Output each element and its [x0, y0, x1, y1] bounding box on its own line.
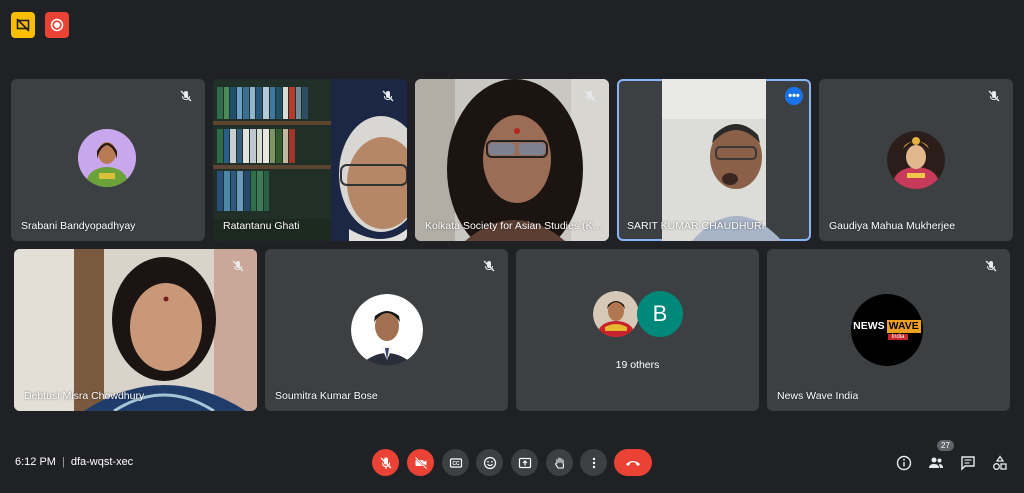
mic-off-icon: [985, 260, 997, 272]
camera-toggle-button[interactable]: [407, 449, 434, 476]
participant-tile[interactable]: Gaudiya Mahua Mukherjee: [819, 79, 1013, 241]
more-options-icon: [592, 457, 595, 468]
mic-off-icon: [988, 90, 1000, 102]
participant-tile[interactable]: Srabani Bandyopadhyay: [11, 79, 205, 241]
participant-tile[interactable]: Ratantanu Ghati: [213, 79, 407, 241]
emoji-icon: [483, 456, 496, 469]
chat-icon: [961, 456, 975, 471]
present-button[interactable]: [511, 449, 538, 476]
participant-tile[interactable]: Debtusi Misra Chowdhury: [14, 249, 257, 411]
participant-name: Gaudiya Mahua Mukherjee: [829, 220, 956, 232]
raise-hand-button[interactable]: [546, 449, 573, 476]
record-icon: [50, 18, 64, 32]
activities-icon: [993, 455, 1007, 470]
others-tile[interactable]: B 19 others: [516, 249, 759, 411]
participant-count-badge: 27: [937, 440, 954, 451]
meeting-separator: |: [61, 456, 65, 468]
participant-tile[interactable]: Kolkata Society for Asian Studies (KS...: [415, 79, 609, 241]
participant-name: Debtusi Misra Chowdhury: [24, 390, 145, 402]
participant-tile[interactable]: Soumitra Kumar Bose: [265, 249, 508, 411]
raise-hand-icon: [554, 456, 564, 469]
participant-name: Soumitra Kumar Bose: [275, 390, 378, 402]
participant-tile-active[interactable]: ••• SARIT KUMAR CHAUDHURI: [617, 79, 811, 241]
mic-off-icon: [180, 90, 192, 102]
mic-off-icon: [584, 90, 596, 102]
camera-off-icon: [414, 456, 427, 469]
others-count-label: 19 others: [615, 359, 660, 371]
meeting-time: 6:12 PM: [15, 456, 56, 468]
mic-off-icon: [380, 457, 391, 469]
avatar-letter: B: [637, 291, 683, 337]
captions-button[interactable]: CC: [442, 449, 469, 476]
participant-tile[interactable]: NEWS WAVE India News Wave India: [767, 249, 1010, 411]
info-icon: [896, 455, 912, 471]
mic-off-icon: [382, 90, 394, 102]
news-wave-logo: NEWS WAVE India: [851, 294, 923, 366]
chat-button[interactable]: [959, 454, 977, 472]
mic-toggle-button[interactable]: [372, 449, 399, 476]
leave-call-button[interactable]: [614, 449, 652, 476]
activities-button[interactable]: [991, 454, 1009, 472]
meeting-info: 6:12 PM | dfa-wqst-xec: [15, 456, 133, 468]
hang-up-icon: [626, 460, 640, 466]
more-options-button[interactable]: •••: [785, 87, 803, 105]
svg-text:CC: CC: [452, 461, 460, 467]
screen-share-off-icon: [16, 18, 30, 32]
present-icon: [518, 457, 531, 468]
mic-off-icon: [483, 260, 495, 272]
participant-video: [213, 79, 407, 241]
avatar: [351, 294, 423, 366]
avatar: [593, 291, 639, 337]
participant-name: SARIT KUMAR CHAUDHURI: [627, 220, 765, 232]
participant-name: Kolkata Society for Asian Studies (KS...: [425, 220, 605, 232]
participant-name: News Wave India: [777, 390, 859, 402]
meeting-code: dfa-wqst-xec: [70, 456, 134, 468]
participant-name: Srabani Bandyopadhyay: [21, 220, 136, 232]
more-options-button[interactable]: [580, 449, 607, 476]
bottom-toolbar: 6:12 PM | dfa-wqst-xec CC 27: [0, 437, 1024, 493]
people-icon: [929, 457, 943, 468]
avatar: [78, 129, 136, 187]
screen-share-off-badge[interactable]: [11, 12, 35, 38]
avatar: [887, 131, 945, 189]
meeting-details-button[interactable]: [895, 454, 913, 472]
participant-video: [415, 79, 609, 241]
recording-badge[interactable]: [45, 12, 69, 38]
people-button[interactable]: [927, 454, 945, 472]
mic-off-icon: [232, 260, 244, 272]
participant-video: [14, 249, 257, 411]
reactions-button[interactable]: [476, 449, 503, 476]
captions-icon: CC: [449, 457, 462, 468]
participant-name: Ratantanu Ghati: [223, 220, 300, 232]
